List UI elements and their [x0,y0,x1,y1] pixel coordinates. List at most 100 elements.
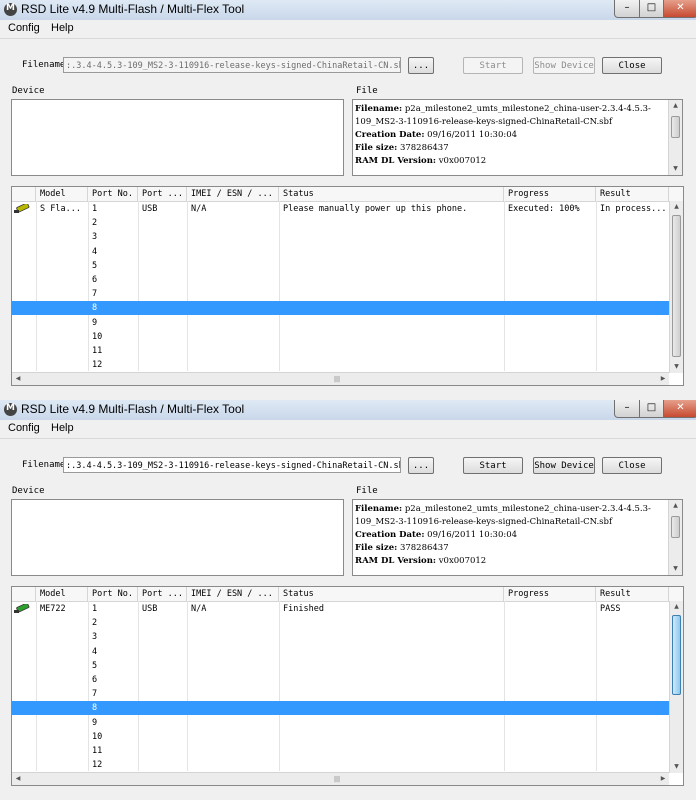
table-row[interactable]: 2 [12,616,669,630]
cell-port: 12 [92,760,103,771]
column-header[interactable]: Model [36,187,88,201]
table-row[interactable]: 6 [12,273,669,287]
filename-label: Filename [22,60,66,70]
column-header[interactable]: Port No. [88,187,138,201]
file-info-scrollbar[interactable]: ▲ ▼ [668,500,682,575]
minimize-button[interactable]: – [614,0,640,18]
column-header[interactable]: Progress [504,587,596,601]
table-row[interactable]: 8 [12,701,669,716]
show-device-button[interactable]: Show Device [533,57,595,74]
table-row[interactable]: 3 [12,230,669,244]
column-header[interactable]: Status [279,587,504,601]
scroll-down-arrow-icon[interactable]: ▼ [670,361,683,373]
menu-config[interactable]: Config [8,422,40,434]
column-header[interactable] [12,187,36,201]
start-button[interactable]: Start [463,457,523,474]
column-header[interactable]: Result [596,187,669,201]
table-row[interactable]: 7 [12,687,669,701]
table-row[interactable]: 2 [12,216,669,230]
table-row[interactable]: 7 [12,287,669,301]
table-row[interactable]: 12 [12,758,669,772]
file-info-line: RAM DL Version: v0x007012 [355,555,667,568]
cell-port: 3 [92,632,98,643]
scroll-down-arrow-icon[interactable]: ▼ [669,563,682,575]
cell-port: 6 [92,675,98,685]
scroll-thumb[interactable] [672,615,681,695]
column-header[interactable]: IMEI / ESN / ... [187,187,279,201]
browse-button[interactable]: ... [408,457,434,474]
file-info-line: Filename: p2a_milestone2_umts_milestone2… [355,103,667,129]
cell-port: 6 [92,275,98,285]
column-header[interactable]: IMEI / ESN / ... [187,587,279,601]
close-button[interactable]: Close [602,57,662,74]
table-row[interactable]: 11 [12,344,669,358]
cell-status: Finished [283,604,324,614]
show-device-button[interactable]: Show Device [533,457,595,474]
menu-help[interactable]: Help [51,422,74,434]
scroll-left-arrow-icon[interactable]: ◀ [12,773,24,785]
column-header[interactable]: Model [36,587,88,601]
scroll-down-arrow-icon[interactable]: ▼ [669,163,682,175]
file-info-key: Filename: [355,104,403,114]
scroll-right-arrow-icon[interactable]: ▶ [657,773,669,785]
column-header[interactable]: Port No. [88,587,138,601]
scroll-right-arrow-icon[interactable]: ▶ [657,373,669,385]
column-header[interactable]: Port ... [138,187,187,201]
browse-button[interactable]: ... [408,57,434,74]
scroll-left-arrow-icon[interactable]: ◀ [12,373,24,385]
file-label: File [356,86,378,96]
cell-port: 1 [92,604,98,614]
cell-port: 5 [92,260,98,271]
table-row[interactable]: 9 [12,716,669,730]
table-row[interactable]: 6 [12,673,669,687]
minimize-button[interactable]: – [614,400,640,418]
table-row[interactable]: 5 [12,659,669,673]
maximize-button[interactable]: □ [639,400,664,418]
maximize-button[interactable]: □ [639,0,664,18]
scroll-up-arrow-icon[interactable]: ▲ [669,500,682,512]
column-header[interactable]: Status [279,187,504,201]
menu-config[interactable]: Config [8,22,40,34]
table-vertical-scrollbar[interactable]: ▲ ▼ [669,201,683,373]
column-header[interactable]: Result [596,587,669,601]
table-row[interactable]: ME722 1 USB N/A Finished PASS [12,602,669,616]
scroll-down-arrow-icon[interactable]: ▼ [670,761,683,773]
table-row[interactable]: 4 [12,245,669,259]
table-row[interactable]: 8 [12,301,669,316]
close-window-button[interactable]: ✕ [663,400,696,418]
close-button[interactable]: Close [602,457,662,474]
scroll-thumb[interactable] [672,215,681,357]
table-horizontal-scrollbar[interactable]: ◀ ||| ▶ [12,372,669,385]
device-panel [11,99,344,176]
table-row[interactable]: 12 [12,358,669,372]
file-info-value: 378286437 [397,143,449,153]
table-row[interactable]: 10 [12,330,669,344]
scroll-up-arrow-icon[interactable]: ▲ [669,100,682,112]
table-row[interactable]: 3 [12,630,669,644]
scroll-thumb[interactable] [671,116,680,138]
close-window-button[interactable]: ✕ [663,0,696,18]
filename-field[interactable]: :.3.4-4.5.3-109_MS2-3-110916-release-key… [63,457,401,473]
column-header[interactable] [12,587,36,601]
file-info-scrollbar[interactable]: ▲ ▼ [668,100,682,175]
table-row[interactable]: 11 [12,744,669,758]
motorola-app-icon [4,3,17,16]
table-vertical-scrollbar[interactable]: ▲ ▼ [669,601,683,773]
column-header[interactable]: Progress [504,187,596,201]
table-row[interactable]: 9 [12,316,669,330]
table-row[interactable]: 5 [12,259,669,273]
scroll-thumb[interactable] [671,516,680,538]
filename-field[interactable]: :.3.4-4.5.3-109_MS2-3-110916-release-key… [63,57,401,73]
start-button[interactable]: Start [463,57,523,74]
file-info-key: RAM DL Version: [355,156,437,166]
file-info-key: Filename: [355,504,403,514]
table-row[interactable]: S Fla... 1 USB N/A Please manually power up … [12,202,669,216]
file-info-key: RAM DL Version: [355,556,437,566]
scroll-up-arrow-icon[interactable]: ▲ [670,201,683,213]
table-row[interactable]: 4 [12,645,669,659]
column-header[interactable]: Port ... [138,587,187,601]
scroll-up-arrow-icon[interactable]: ▲ [670,601,683,613]
menu-help[interactable]: Help [51,22,74,34]
table-horizontal-scrollbar[interactable]: ◀ ||| ▶ [12,772,669,785]
table-row[interactable]: 10 [12,730,669,744]
